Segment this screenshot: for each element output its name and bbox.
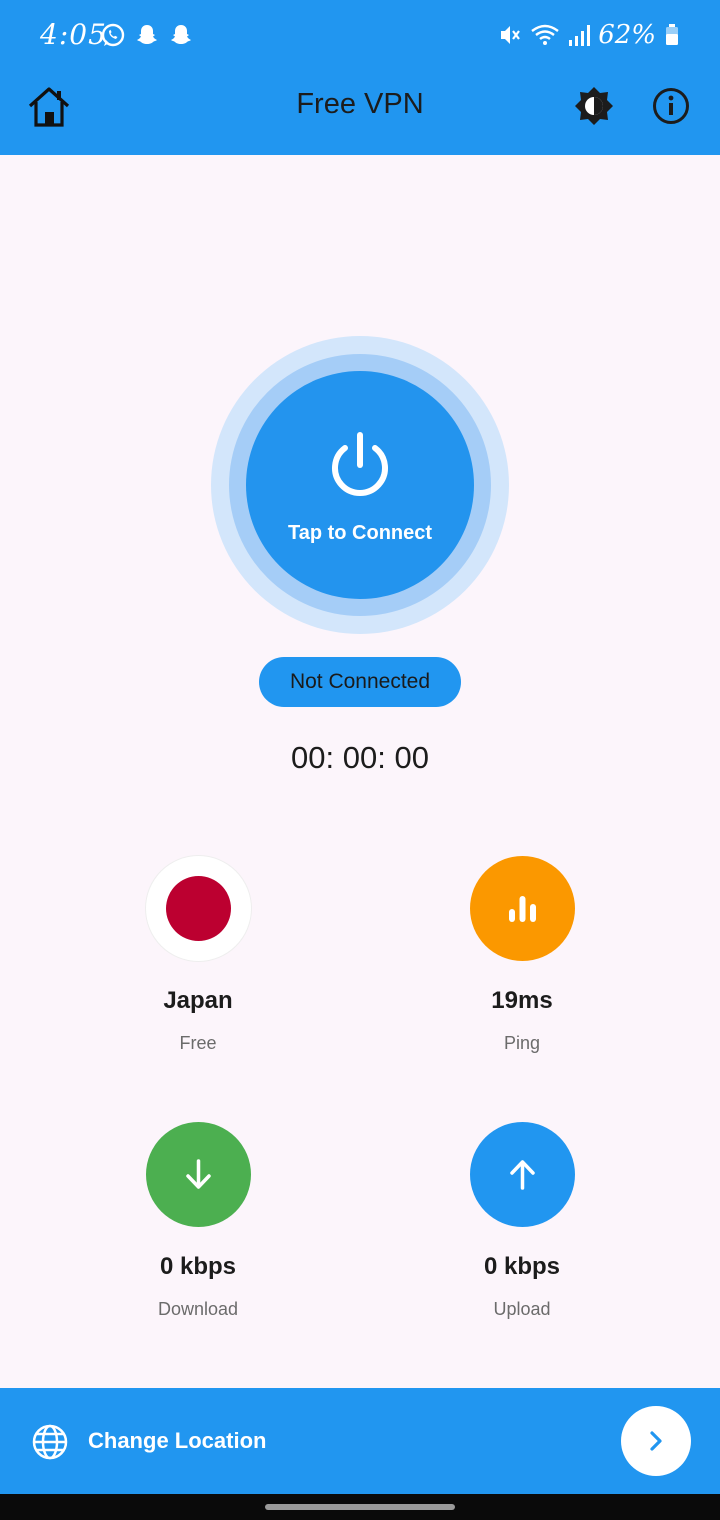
system-status: 62% [498,20,680,50]
country-name: Japan [163,987,233,1014]
mute-icon [501,26,521,44]
flag-sun [165,876,231,941]
info-icon[interactable] [652,87,690,125]
change-location-label: Change Location [88,1428,267,1453]
ping-value: 19ms [491,987,553,1014]
stat-ping: 19ms Ping [422,856,622,1054]
notification-icons [100,22,194,48]
chevron-right-icon [650,1431,662,1451]
status-bar: 4:05 62% [0,0,720,70]
battery-percent: 62% [598,20,656,50]
stat-download: 0 kbps Download [98,1122,298,1320]
snapchat-icon [137,25,157,44]
snapchat-icon [171,25,191,44]
connect-button[interactable]: Tap to Connect [246,371,474,599]
upload-value: 0 kbps [483,1253,561,1280]
status-time: 4:05 [40,18,107,51]
upload-icon [469,1122,575,1227]
signal-icon [569,25,591,46]
ping-label: Ping [503,1033,541,1053]
upload-label: Upload [493,1299,551,1319]
download-label: Download [157,1299,239,1319]
japan-flag-icon [145,856,251,961]
home-gesture-handle[interactable] [265,1504,455,1510]
change-location-bar[interactable]: Change Location [0,1388,720,1494]
battery-icon [666,24,678,45]
stat-upload: 0 kbps Upload [422,1122,622,1320]
connection-status-badge: Not Connected [259,657,461,707]
download-icon [145,1122,251,1227]
app-bar: Free VPN [0,70,720,155]
power-icon [332,432,388,496]
download-value: 0 kbps [159,1253,237,1280]
change-location-button[interactable] [621,1406,691,1476]
wifi-icon [531,24,559,45]
system-nav-bar [0,1494,720,1520]
globe-icon [32,1424,68,1460]
brightness-icon[interactable] [574,86,614,126]
ping-icon [469,856,575,961]
country-tier: Free [179,1033,217,1053]
connect-label: Tap to Connect [287,522,433,544]
arrow-down-icon [185,1159,211,1189]
bar-chart-icon [508,896,536,922]
connection-timer: 00: 00: 00 [291,740,429,775]
whatsapp-icon [101,23,125,47]
stat-country: Japan Free [98,856,298,1054]
arrow-up-icon [509,1160,535,1190]
